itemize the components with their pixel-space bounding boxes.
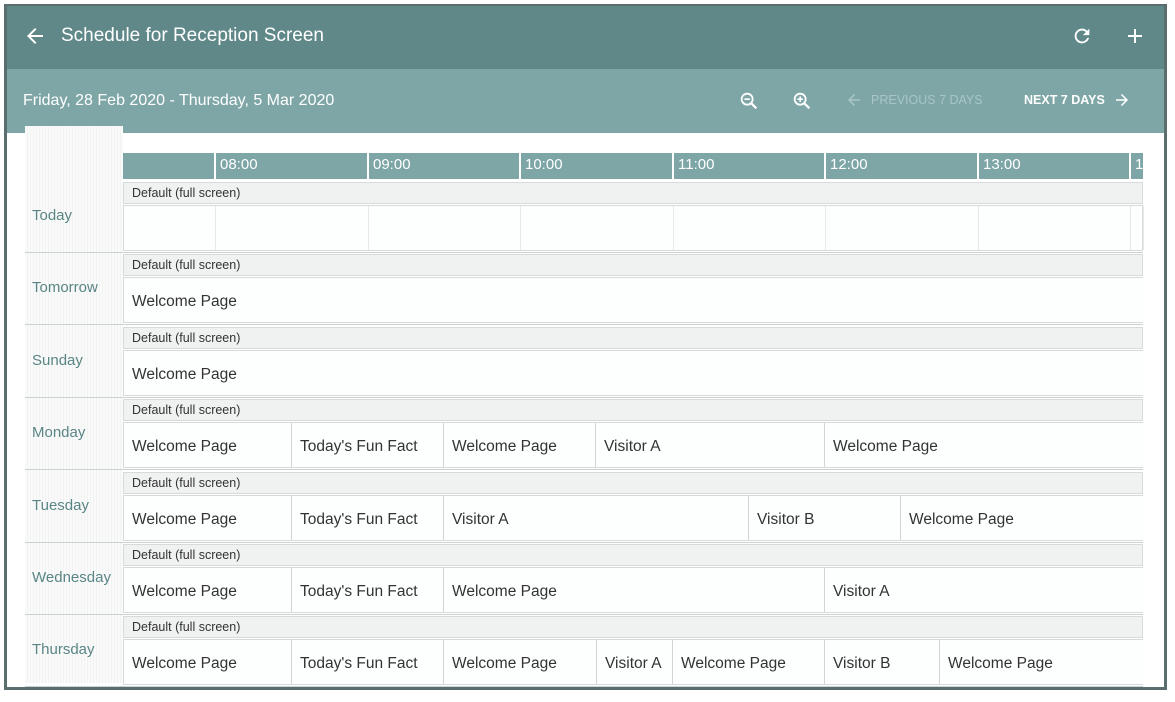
schedule-slot[interactable]: Visitor B	[749, 495, 901, 540]
row-divider	[25, 686, 1143, 687]
schedule-slot[interactable]: Welcome Page	[940, 640, 1144, 685]
day-label: Tomorrow	[32, 279, 98, 297]
day-label: Monday	[32, 424, 86, 442]
timeline-hour-4: 12:00	[824, 153, 868, 179]
arrow-back-icon[interactable]	[23, 24, 47, 48]
refresh-icon[interactable]	[1071, 25, 1093, 47]
layout-bar[interactable]: Default (full screen)	[123, 182, 1143, 204]
slot-track: Welcome Page	[123, 277, 1144, 324]
empty-time-cell[interactable]	[674, 206, 826, 250]
day-label: Thursday	[32, 641, 95, 659]
layout-bar[interactable]: Default (full screen)	[123, 616, 1143, 639]
schedule-slot[interactable]: Today's Fun Fact	[292, 495, 444, 540]
timeline-hour-3: 11:00	[672, 153, 714, 179]
schedule-row: Wednesday Default (full screen) Welcome Pa…	[25, 543, 1144, 615]
day-label: Today	[32, 207, 73, 224]
timeline-header: 08:00 09:00 10:00 11:00 12:00 13:00 1	[123, 153, 1143, 179]
page-title: Schedule for Reception Screen	[61, 25, 324, 46]
zoom-in-icon[interactable]	[791, 90, 813, 112]
schedule-window: Schedule for Reception Screen Friday, 28…	[4, 4, 1167, 690]
timeline-start	[123, 153, 127, 179]
timeline-hour-1: 09:00	[367, 153, 411, 179]
previous-7-days-button[interactable]: PREVIOUS 7 DAYS	[845, 91, 983, 109]
slot-track	[123, 205, 1144, 251]
title-bar: Schedule for Reception Screen	[7, 6, 1164, 69]
zoom-out-icon[interactable]	[738, 90, 760, 112]
layout-bar[interactable]: Default (full screen)	[123, 399, 1143, 422]
schedule-slot[interactable]: Today's Fun Fact	[292, 423, 444, 468]
schedule-slot[interactable]: Visitor A	[596, 423, 825, 468]
schedule-slot[interactable]: Welcome Page	[444, 640, 597, 685]
day-label: Wednesday	[32, 569, 111, 586]
schedule-slot[interactable]: Visitor B	[825, 640, 940, 685]
schedule-slot[interactable]: Welcome Page	[825, 423, 1144, 468]
schedule-slot[interactable]: Welcome Page	[124, 423, 292, 468]
schedule-slot[interactable]: Welcome Page	[124, 640, 292, 685]
schedule-slot[interactable]: Welcome Page	[444, 423, 596, 468]
schedule-slot[interactable]: Visitor A	[444, 495, 749, 540]
schedule-slot[interactable]: Welcome Page	[124, 278, 1144, 323]
slot-track: Welcome Page Today's Fun Fact Visitor A Vis…	[123, 494, 1144, 541]
schedule-slot[interactable]: Welcome Page	[124, 350, 1144, 395]
schedule-slot[interactable]: Today's Fun Fact	[292, 568, 444, 612]
schedule-slot[interactable]: Welcome Page	[901, 495, 1144, 540]
schedule-row: Sunday Default (full screen) Welcome Page	[25, 326, 1144, 398]
next-7-days-button[interactable]: NEXT 7 DAYS	[1024, 91, 1131, 109]
empty-time-cell[interactable]	[979, 206, 1131, 250]
timeline-hour-2: 10:00	[519, 153, 563, 179]
day-label: Tuesday	[32, 496, 89, 514]
slot-track: Welcome Page	[123, 349, 1144, 396]
next-7-days-label: NEXT 7 DAYS	[1024, 93, 1105, 107]
timeline-hour-0: 08:00	[214, 153, 258, 179]
empty-time-cell[interactable]	[124, 206, 216, 250]
schedule-slot[interactable]: Today's Fun Fact	[292, 640, 444, 685]
schedule-row: Tomorrow Default (full screen) Welcome Pag…	[25, 253, 1144, 326]
slot-track: Welcome Page Today's Fun Fact Welcome Page…	[123, 422, 1144, 469]
slot-track: Welcome Page Today's Fun Fact Welcome Page…	[123, 639, 1144, 686]
timeline-hour-5: 13:00	[977, 153, 1021, 179]
schedule-slot[interactable]: Welcome Page	[673, 640, 825, 685]
schedule-slot[interactable]: Welcome Page	[124, 568, 292, 612]
schedule-slot[interactable]: Welcome Page	[444, 568, 825, 612]
previous-7-days-label: PREVIOUS 7 DAYS	[871, 93, 983, 107]
schedule-row: Tuesday Default (full screen) Welcome Page…	[25, 471, 1144, 543]
schedule-row: Monday Default (full screen) Welcome Page T…	[25, 398, 1144, 471]
add-icon[interactable]	[1123, 24, 1147, 48]
layout-bar[interactable]: Default (full screen)	[123, 544, 1143, 566]
empty-time-cell[interactable]	[521, 206, 674, 250]
date-toolbar: Friday, 28 Feb 2020 - Thursday, 5 Mar 20…	[7, 69, 1164, 133]
schedule-row: Today Default (full screen)	[25, 181, 1144, 253]
slot-track: Welcome Page Today's Fun Fact Welcome Page…	[123, 567, 1144, 613]
arrow-right-icon	[1115, 94, 1128, 106]
timeline-hour-6: 1	[1129, 153, 1143, 179]
empty-time-cell[interactable]	[216, 206, 369, 250]
layout-bar[interactable]: Default (full screen)	[123, 254, 1143, 277]
schedule-slot[interactable]: Visitor A	[597, 640, 673, 685]
empty-time-cell[interactable]	[826, 206, 979, 250]
layout-bar[interactable]: Default (full screen)	[123, 326, 1143, 349]
schedule-row: Thursday Default (full screen) Welcome Pag…	[25, 615, 1144, 687]
layout-bar[interactable]: Default (full screen)	[123, 471, 1143, 494]
day-label: Sunday	[32, 351, 83, 369]
schedule-slot[interactable]: Welcome Page	[124, 495, 292, 540]
empty-time-cell[interactable]	[1131, 206, 1144, 250]
date-range-label: Friday, 28 Feb 2020 - Thursday, 5 Mar 20…	[23, 92, 335, 109]
arrow-left-icon	[848, 94, 860, 106]
schedule-slot[interactable]: Visitor A	[825, 568, 1144, 612]
empty-time-cell[interactable]	[369, 206, 521, 250]
